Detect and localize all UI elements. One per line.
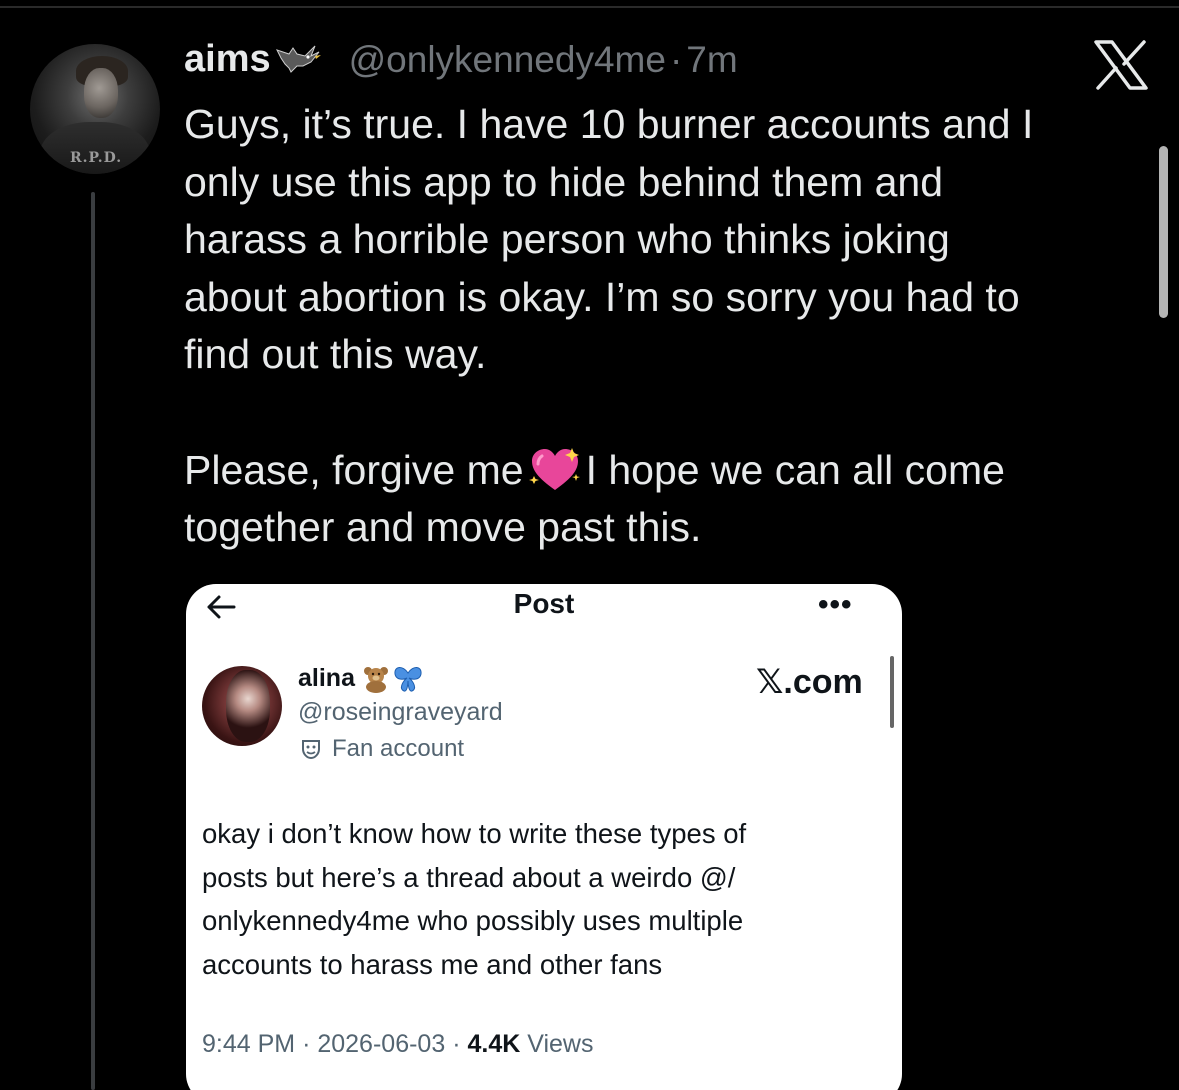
avatar-face	[84, 68, 118, 118]
more-options-icon[interactable]: •••	[818, 588, 853, 622]
embedded-scrollbar	[890, 656, 894, 728]
blackbird-icon	[275, 45, 321, 73]
embedded-post-screenshot[interactable]: Post ••• alina @roseingraveyard Fan acco…	[186, 584, 902, 1090]
embedded-display-name[interactable]: alina	[298, 664, 355, 693]
x-com-watermark: 𝕏.com	[756, 663, 863, 701]
theater-mask-icon	[302, 740, 320, 760]
tweet-paragraph-2-start: Please, forgive me	[184, 446, 524, 493]
sparkling-heart-icon	[528, 447, 580, 490]
embedded-handle[interactable]: @roseingraveyard	[298, 698, 503, 727]
avatar-rpd-badge: R.P.D.	[70, 150, 123, 166]
views-count: 4.4K	[467, 1030, 521, 1058]
embedded-avatar-figure	[226, 670, 270, 742]
x-logo-icon[interactable]	[1094, 40, 1148, 90]
thread-line	[91, 192, 95, 1090]
scrollbar[interactable]	[1159, 146, 1168, 318]
embedded-avatar[interactable]	[202, 666, 282, 746]
tweet-header: aims @onlykennedy4me · 7m	[184, 38, 738, 81]
meta-separator-1: ·	[302, 1030, 311, 1058]
avatar[interactable]: R.P.D.	[30, 44, 160, 174]
timestamp[interactable]: 7m	[686, 39, 737, 81]
embedded-post-time[interactable]: 9:44 PM	[202, 1030, 295, 1058]
handle[interactable]: @onlykennedy4me	[349, 39, 666, 81]
tweet-paragraph-1: Guys, it’s true. I have 10 burner accoun…	[184, 101, 1034, 377]
tweet-paragraph-2: Please, forgive me I hope we can all com…	[184, 442, 1144, 557]
embedded-post-text: okay i don’t know how to write these typ…	[202, 818, 747, 980]
embedded-post-date[interactable]: 2026-06-03	[317, 1030, 445, 1058]
tweet-body: Guys, it’s true. I have 10 burner accoun…	[184, 96, 1144, 557]
display-name[interactable]: aims	[184, 38, 271, 81]
butterfly-icon	[394, 666, 422, 692]
views-label: Views	[527, 1030, 594, 1058]
fan-account-text: Fan account	[332, 735, 465, 762]
meta-separator-2: ·	[452, 1030, 461, 1058]
avatar-body	[40, 122, 150, 174]
embedded-post-meta: 9:44 PM · 2026-06-03 · 4.4K Views	[202, 1030, 593, 1059]
embedded-display-name-row: alina	[298, 664, 423, 693]
top-divider	[0, 6, 1179, 8]
post-header-title: Post	[513, 588, 575, 619]
header-separator: ·	[669, 38, 683, 80]
teddy-bear-icon	[363, 666, 388, 693]
fan-account-label: Fan account	[300, 735, 464, 763]
